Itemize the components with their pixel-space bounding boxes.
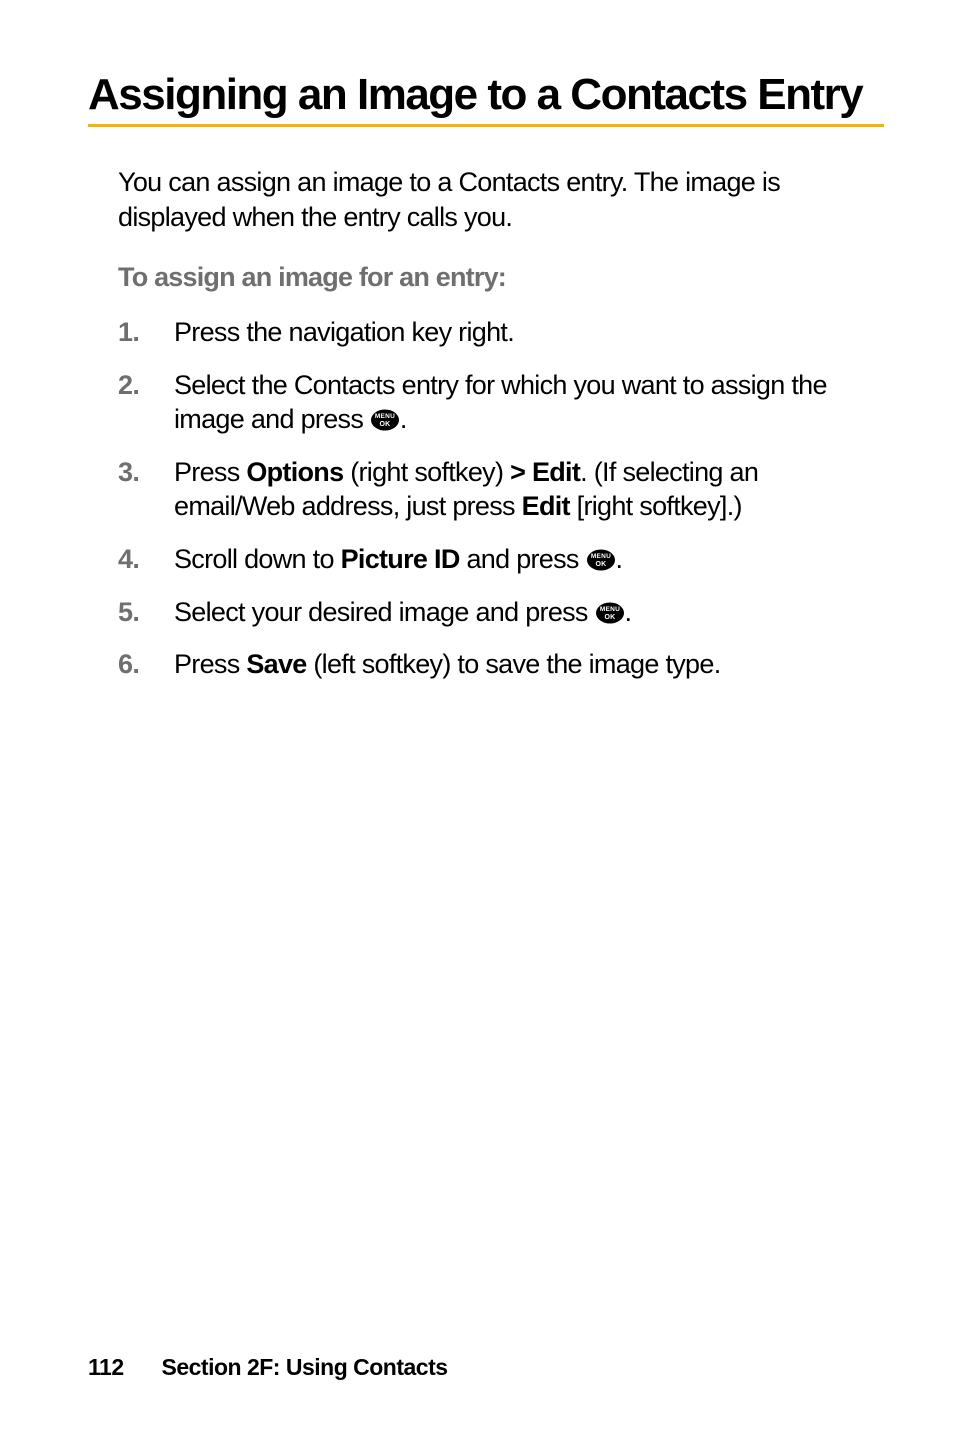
step-item: Press the navigation key right. [174, 315, 884, 350]
step-text: Press the navigation key right. [174, 317, 514, 347]
step-text: and press [460, 544, 586, 574]
step-text: . [400, 404, 407, 434]
step-text: . [625, 597, 632, 627]
intro-paragraph: You can assign an image to a Contacts en… [118, 165, 884, 234]
step-text: (right softkey) [343, 457, 510, 487]
title-rule [88, 124, 884, 127]
step-item: Scroll down to Picture ID and press MENU… [174, 542, 884, 577]
step-text: . [616, 544, 623, 574]
menu-ok-icon: MENUOK [586, 549, 616, 571]
svg-text:MENU: MENU [599, 606, 619, 613]
svg-text:MENU: MENU [590, 553, 610, 560]
step-item: Press Options (right softkey) > Edit. (I… [174, 455, 884, 524]
step-text: [right softkey].) [570, 491, 742, 521]
step-item: Select the Contacts entry for which you … [174, 368, 884, 437]
svg-text:OK: OK [604, 614, 615, 621]
menu-ok-icon: MENUOK [595, 602, 625, 624]
section-label: Section 2F: Using Contacts [162, 1354, 448, 1380]
step-text: Select your desired image and press [174, 597, 595, 627]
page-title: Assigning an Image to a Contacts Entry [88, 72, 884, 118]
subheading: To assign an image for an entry: [118, 262, 884, 293]
step-text: Scroll down to [174, 544, 341, 574]
step-text: Press [174, 649, 246, 679]
svg-text:OK: OK [379, 421, 390, 428]
svg-text:OK: OK [595, 561, 606, 568]
step-text: Select the Contacts entry for which you … [174, 370, 827, 435]
steps-list: Press the navigation key right. Select th… [118, 315, 884, 681]
step-item: Press Save (left softkey) to save the im… [174, 647, 884, 682]
menu-ok-icon: MENUOK [370, 409, 400, 431]
step-bold: > Edit [510, 457, 580, 487]
step-bold: Save [246, 649, 306, 679]
step-text: (left softkey) to save the image type. [307, 649, 721, 679]
page-footer: 112 Section 2F: Using Contacts [88, 1354, 448, 1381]
step-bold: Picture ID [341, 544, 460, 574]
svg-text:MENU: MENU [375, 413, 395, 420]
step-bold: Edit [522, 491, 570, 521]
page-number: 112 [88, 1354, 124, 1380]
step-item: Select your desired image and press MENU… [174, 595, 884, 630]
step-text: Press [174, 457, 246, 487]
page: Assigning an Image to a Contacts Entry Y… [0, 0, 954, 1431]
step-bold: Options [246, 457, 343, 487]
